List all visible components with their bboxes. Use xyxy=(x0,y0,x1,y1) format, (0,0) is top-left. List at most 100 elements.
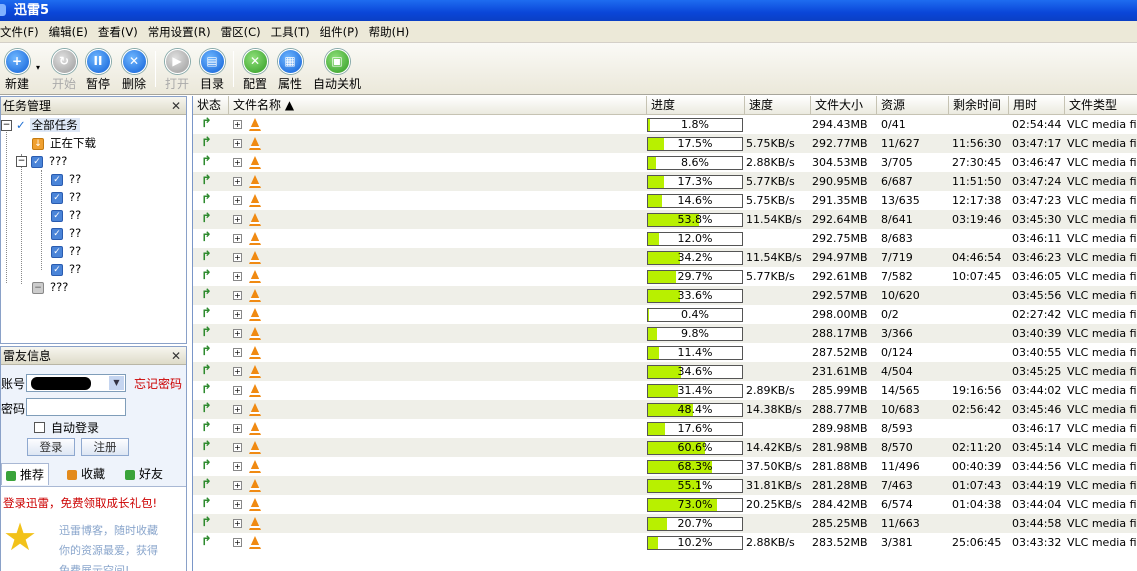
table-row[interactable]: ↱ +73.0% 20.25KB/s 284.42MB 6/574 01:04:38 03:… xyxy=(193,495,1137,514)
expand-icon[interactable]: + xyxy=(233,234,242,243)
tree-item-sub[interactable]: ✓?? xyxy=(51,188,81,206)
expand-icon[interactable]: + xyxy=(233,519,242,528)
col-remaining[interactable]: 剩余时间 xyxy=(949,96,1009,115)
col-size[interactable]: 文件大小 xyxy=(811,96,877,115)
table-row[interactable]: ↱ +29.7% 5.77KB/s 292.61MB 7/582 10:07:45 03:4… xyxy=(193,267,1137,286)
new-dropdown-icon[interactable]: ▾ xyxy=(36,63,40,72)
tree-item-sub[interactable]: ✓?? xyxy=(51,224,81,242)
expand-icon[interactable]: + xyxy=(233,367,242,376)
table-row[interactable]: ↱ +1.8% 294.43MB 0/41 02:54:44 VLC media file xyxy=(193,115,1137,134)
delete-button[interactable]: ✕ 删除 xyxy=(114,49,154,91)
progress-bar: 48.4% xyxy=(647,403,743,417)
expand-icon[interactable]: + xyxy=(233,481,242,490)
menu-view[interactable]: 查看(V) xyxy=(93,21,143,43)
tree-item-group2[interactable]: −??? xyxy=(32,278,68,296)
menu-file[interactable]: 文件(F) xyxy=(0,21,44,43)
table-row[interactable]: ↱ +10.2% 2.88KB/s 283.52MB 3/381 25:06:45 03:4… xyxy=(193,533,1137,552)
expand-icon[interactable]: + xyxy=(233,500,242,509)
table-row[interactable]: ↱ +34.2% 11.54KB/s 294.97MB 7/719 04:46:54 03:… xyxy=(193,248,1137,267)
tree-item-sub[interactable]: ✓?? xyxy=(51,242,81,260)
new-button[interactable]: + 新建 xyxy=(0,49,37,91)
menu-help[interactable]: 帮助(H) xyxy=(364,21,415,43)
menu-zone[interactable]: 雷区(C) xyxy=(216,21,266,43)
menu-tools[interactable]: 工具(T) xyxy=(266,21,315,43)
menu-plugins[interactable]: 组件(P) xyxy=(315,21,364,43)
table-row[interactable]: ↱ +9.8% 288.17MB 3/366 03:40:39 VLC media fil… xyxy=(193,324,1137,343)
promo-link[interactable]: 登录迅雷，免费领取成长礼包! xyxy=(3,495,157,511)
expand-icon[interactable]: + xyxy=(233,405,242,414)
expand-icon[interactable]: + xyxy=(233,139,242,148)
vlc-icon xyxy=(249,441,261,454)
expand-icon[interactable]: + xyxy=(233,120,242,129)
table-row[interactable]: ↱ +11.4% 287.52MB 0/124 03:40:55 VLC media fi… xyxy=(193,343,1137,362)
tree-item-sub[interactable]: ✓?? xyxy=(51,206,81,224)
table-row[interactable]: ↱ +17.3% 5.77KB/s 290.95MB 6/687 11:51:50 03:4… xyxy=(193,172,1137,191)
col-elapsed[interactable]: 用时 xyxy=(1009,96,1065,115)
col-filetype[interactable]: 文件类型 xyxy=(1065,96,1137,115)
account-input[interactable]: ▼ xyxy=(26,374,126,392)
tab-recommend[interactable]: 推荐 xyxy=(1,463,49,485)
col-status[interactable]: 状态 xyxy=(193,96,229,115)
pause-button[interactable]: II 暂停 xyxy=(78,49,118,91)
menu-settings[interactable]: 常用设置(R) xyxy=(143,21,216,43)
table-row[interactable]: ↱ +53.8% 11.54KB/s 292.64MB 8/641 03:19:46 03:… xyxy=(193,210,1137,229)
table-row[interactable]: ↱ +48.4% 14.38KB/s 288.77MB 10/683 02:56:42 03… xyxy=(193,400,1137,419)
col-progress[interactable]: 进度 xyxy=(647,96,745,115)
expand-icon[interactable]: + xyxy=(233,215,242,224)
menu-edit[interactable]: 编辑(E) xyxy=(44,21,93,43)
properties-icon: ▦ xyxy=(277,49,303,74)
register-button[interactable]: 注册 xyxy=(81,438,129,456)
forgot-password-link[interactable]: 忘记密码 xyxy=(134,375,182,392)
table-row[interactable]: ↱ +60.6% 14.42KB/s 281.98MB 8/570 02:11:20 03:… xyxy=(193,438,1137,457)
tree-item-sub[interactable]: ✓?? xyxy=(51,260,81,278)
table-row[interactable]: ↱ +14.6% 5.75KB/s 291.35MB 13/635 12:17:38 03:… xyxy=(193,191,1137,210)
config-button[interactable]: ✕ 配置 xyxy=(235,49,275,91)
expand-icon[interactable]: + xyxy=(233,424,242,433)
expand-icon[interactable]: + xyxy=(233,538,242,547)
table-row[interactable]: ↱ +17.5% 5.75KB/s 292.77MB 11/627 11:56:30 03:… xyxy=(193,134,1137,153)
tree-item-downloading[interactable]: ↓ 正在下载 xyxy=(32,134,96,152)
table-row[interactable]: ↱ +8.6% 2.88KB/s 304.53MB 3/705 27:30:45 03:46… xyxy=(193,153,1137,172)
table-row[interactable]: ↱ +12.0% 292.75MB 8/683 03:46:11 VLC media fi… xyxy=(193,229,1137,248)
expand-icon[interactable]: + xyxy=(233,310,242,319)
col-resources[interactable]: 资源 xyxy=(877,96,949,115)
expand-icon[interactable]: + xyxy=(233,462,242,471)
tree-item-sub[interactable]: ✓?? xyxy=(51,170,81,188)
directory-button[interactable]: ▤ 目录 xyxy=(192,49,232,91)
chevron-down-icon[interactable]: ▼ xyxy=(109,376,124,390)
table-row[interactable]: ↱ +68.3% 37.50KB/s 281.88MB 11/496 00:40:39 03… xyxy=(193,457,1137,476)
table-row[interactable]: ↱ +31.4% 2.89KB/s 285.99MB 14/565 19:16:56 03:… xyxy=(193,381,1137,400)
expand-icon[interactable]: + xyxy=(233,177,242,186)
table-row[interactable]: ↱ +34.6% 231.61MB 4/504 03:45:25 VLC media fi… xyxy=(193,362,1137,381)
open-button[interactable]: ▶ 打开 xyxy=(157,49,197,91)
col-speed[interactable]: 速度 xyxy=(745,96,811,115)
expand-icon[interactable]: + xyxy=(233,158,242,167)
expand-icon[interactable]: + xyxy=(233,329,242,338)
expand-icon[interactable]: + xyxy=(233,291,242,300)
table-row[interactable]: ↱ +20.7% 285.25MB 11/663 03:44:58 VLC media f… xyxy=(193,514,1137,533)
expand-icon[interactable]: + xyxy=(233,348,242,357)
login-button[interactable]: 登录 xyxy=(27,438,75,456)
tree-item-group1[interactable]: − ✓??? xyxy=(16,152,67,170)
col-filename[interactable]: 文件名称 ▲ xyxy=(229,96,647,115)
table-row[interactable]: ↱ +55.1% 31.81KB/s 281.28MB 7/463 01:07:43 03:… xyxy=(193,476,1137,495)
collapse-icon[interactable]: − xyxy=(1,120,12,131)
password-input[interactable] xyxy=(26,398,126,416)
close-icon[interactable]: ✕ xyxy=(171,347,181,365)
expand-icon[interactable]: + xyxy=(233,443,242,452)
auto-login-checkbox[interactable] xyxy=(34,422,45,433)
tab-friends[interactable]: 好友 xyxy=(121,463,163,485)
expand-icon[interactable]: + xyxy=(233,196,242,205)
expand-icon[interactable]: + xyxy=(233,272,242,281)
table-row[interactable]: ↱ +33.6% 292.57MB 10/620 03:45:56 VLC media f… xyxy=(193,286,1137,305)
expand-icon[interactable]: + xyxy=(233,253,242,262)
collapse-icon[interactable]: − xyxy=(16,156,27,167)
table-row[interactable]: ↱ +17.6% 289.98MB 8/593 03:46:17 VLC media fi… xyxy=(193,419,1137,438)
tree-item-all-tasks[interactable]: − ✓ 全部任务 xyxy=(1,116,80,134)
tab-favorites[interactable]: 收藏 xyxy=(63,463,105,485)
auto-shutdown-button[interactable]: ▣ 自动关机 xyxy=(312,49,362,91)
expand-icon[interactable]: + xyxy=(233,386,242,395)
close-icon[interactable]: ✕ xyxy=(171,97,181,115)
table-row[interactable]: ↱ +0.4% 298.00MB 0/2 02:27:42 VLC media file xyxy=(193,305,1137,324)
properties-button[interactable]: ▦ 属性 xyxy=(270,49,310,91)
